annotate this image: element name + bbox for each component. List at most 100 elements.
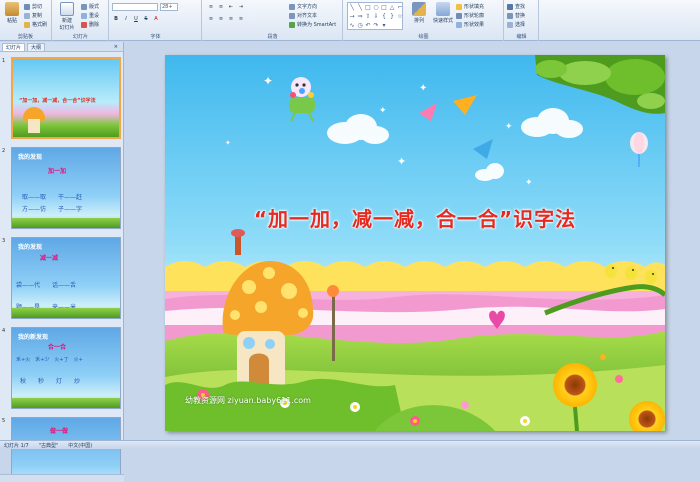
format-painter-button[interactable]: 格式刷 xyxy=(24,21,47,28)
shape-star[interactable]: ☆ xyxy=(396,12,404,21)
select-label: 选择 xyxy=(515,22,526,28)
shapes-gallery[interactable]: ╲ ╲ □ ○ □ △ ⌐ → ⇒ ⇧ ⇩{} ☆ ∿ ◷ ↶ ↷ ▾ xyxy=(347,2,403,30)
quick-styles-label: 快速样式 xyxy=(432,18,453,24)
align-center-button[interactable]: ≡ xyxy=(217,15,225,22)
shape-callout[interactable]: ◷ xyxy=(356,21,364,30)
delete-label: 删除 xyxy=(89,22,100,28)
select-button[interactable]: 选择 xyxy=(507,21,525,28)
shape-outline-label: 形状轮廓 xyxy=(464,13,485,19)
scissors-icon xyxy=(24,3,30,10)
theme-name: "古典型" xyxy=(38,442,59,449)
panel-scrollbar[interactable] xyxy=(0,474,124,482)
thumbnail-subtitle: 做一做 xyxy=(50,428,69,435)
shape-triangle[interactable]: △ xyxy=(388,3,396,12)
cut-button[interactable]: 剪切 xyxy=(24,3,42,10)
strikethrough-button[interactable]: S xyxy=(142,15,150,22)
shape-arrow[interactable]: ⇒ xyxy=(356,12,364,21)
cursor-icon xyxy=(507,21,513,28)
font-name-box[interactable] xyxy=(112,3,158,11)
font-size-value: 28+ xyxy=(162,4,173,10)
slide-canvas[interactable]: ✦ ✦ ✦ ✦ ✦ ✦ ✦ “加一加，减一减，合一合”识字法 幼教资源网 ziy… xyxy=(165,55,665,431)
slide-thumbnail-2[interactable]: 2 我的发现 加一加 取——取 干——赶 方——仿 子——字 xyxy=(0,146,122,232)
shape-arrow[interactable]: → xyxy=(348,12,356,21)
find-button[interactable]: 查找 xyxy=(507,3,525,10)
shape-arrow[interactable]: ↷ xyxy=(372,21,380,30)
copy-label: 复制 xyxy=(32,13,43,19)
shape-rectangle[interactable]: □ xyxy=(364,3,372,12)
shape-line[interactable]: ⌐ xyxy=(396,3,404,12)
decrease-indent-button[interactable]: ⇤ xyxy=(227,3,235,10)
shape-line[interactable]: ╲ xyxy=(356,3,364,12)
clipboard-group-label: 剪贴板 xyxy=(17,34,33,40)
smartart-icon xyxy=(289,21,295,28)
smartart-button[interactable]: 转换为 SmartArt xyxy=(289,21,336,28)
shape-curve[interactable]: ∿ xyxy=(348,21,356,30)
justify-button[interactable]: ≡ xyxy=(237,15,245,22)
slide-thumbnail-3[interactable]: 3 我的发现 减一减 袋——代 话——舌 题——是 来——米 xyxy=(0,236,122,322)
svg-text:✦: ✦ xyxy=(505,122,513,132)
tab-slides[interactable]: 幻灯片 xyxy=(2,43,26,51)
thumbnail-subtitle: 加一加 xyxy=(48,168,67,175)
watermark-text: 幼教资源网 ziyuan.baby611.com xyxy=(185,396,311,405)
slide-artwork: ✦ ✦ ✦ ✦ ✦ ✦ ✦ xyxy=(165,55,665,431)
copy-button[interactable]: 复制 xyxy=(24,12,42,19)
editing-group: 查找 替换 选择 编辑 xyxy=(505,0,539,41)
increase-indent-button[interactable]: ⇥ xyxy=(237,3,245,10)
align-right-button[interactable]: ≡ xyxy=(227,15,235,22)
numbered-list-button[interactable]: ≡ xyxy=(217,3,225,10)
underline-button[interactable]: U xyxy=(132,15,140,22)
shape-rectangle[interactable]: □ xyxy=(380,3,388,12)
shape-brace[interactable]: } xyxy=(388,12,396,21)
bold-button[interactable]: B xyxy=(112,15,120,22)
shape-brace[interactable]: { xyxy=(380,12,388,21)
shape-arrow[interactable]: ↶ xyxy=(364,21,372,30)
shape-line[interactable]: ╲ xyxy=(348,3,356,12)
thumbnail-line: 取——取 干——赶 xyxy=(22,194,83,201)
mushroom-house-image xyxy=(28,119,40,133)
thumbnail-number: 5 xyxy=(2,418,6,424)
slide-thumbnail-4[interactable]: 4 我的新发现 合一合 禾+火 禾+少 火+丁 火+ 秋 秒 灯 炒 xyxy=(0,326,122,412)
font-color-button[interactable]: A xyxy=(152,15,160,22)
text-direction-button[interactable]: 文字方向 xyxy=(289,3,317,10)
shape-arrow[interactable]: ⇩ xyxy=(372,12,380,21)
close-panel-icon[interactable]: × xyxy=(111,43,121,51)
slide-title[interactable]: “加一加，减一减，合一合”识字法 xyxy=(165,203,665,232)
tab-outline[interactable]: 大纲 xyxy=(27,43,46,51)
arrange-label: 排列 xyxy=(413,18,424,24)
shape-effects-button[interactable]: 形状效果 xyxy=(456,21,484,28)
thumbnail-number: 1 xyxy=(2,58,6,64)
arrange-button[interactable]: 排列 xyxy=(410,2,428,24)
paste-button[interactable]: 粘贴 xyxy=(3,2,21,24)
svg-text:✦: ✦ xyxy=(263,74,273,88)
thumbnail-subtitle: 合一合 xyxy=(48,344,67,351)
layout-icon xyxy=(81,3,87,10)
paste-icon xyxy=(5,2,19,16)
slide-thumbnail-1[interactable]: 1 “加一加，减一减，合一合”识字法 xyxy=(0,56,122,142)
align-text-button[interactable]: 对齐文本 xyxy=(289,12,317,19)
reset-button[interactable]: 重设 xyxy=(81,12,99,19)
quick-styles-button[interactable]: 快速样式 xyxy=(432,2,454,24)
replace-button[interactable]: 替换 xyxy=(507,12,525,19)
find-label: 查找 xyxy=(515,4,526,10)
shape-arrow[interactable]: ⇧ xyxy=(364,12,372,21)
thumbnail-number: 4 xyxy=(2,328,6,334)
shape-outline-button[interactable]: 形状轮廓 xyxy=(456,12,484,19)
panel-tabs: 幻灯片 大纲 × xyxy=(0,42,123,52)
clipboard-group: 粘贴 剪切 复制 格式刷 剪贴板 xyxy=(0,0,52,41)
shape-fill-button[interactable]: 形状填充 xyxy=(456,3,484,10)
text-direction-label: 文字方向 xyxy=(297,4,318,10)
shape-oval[interactable]: ○ xyxy=(372,3,380,12)
align-left-button[interactable]: ≡ xyxy=(207,15,215,22)
new-slide-button[interactable]: 新建 幻灯片 xyxy=(56,2,78,31)
svg-text:✦: ✦ xyxy=(397,155,406,168)
copy-icon xyxy=(24,12,30,19)
shape-more[interactable]: ▾ xyxy=(380,21,388,30)
font-size-box[interactable]: 28+ xyxy=(160,3,178,11)
delete-button[interactable]: 删除 xyxy=(81,21,99,28)
thumbnail-line: 方——仿 子——字 xyxy=(22,206,83,213)
grass-image xyxy=(12,218,120,228)
shape-effects-label: 形状效果 xyxy=(464,22,485,28)
layout-button[interactable]: 版式 xyxy=(81,3,99,10)
bullet-list-button[interactable]: ≡ xyxy=(207,3,215,10)
italic-button[interactable]: I xyxy=(122,15,130,22)
